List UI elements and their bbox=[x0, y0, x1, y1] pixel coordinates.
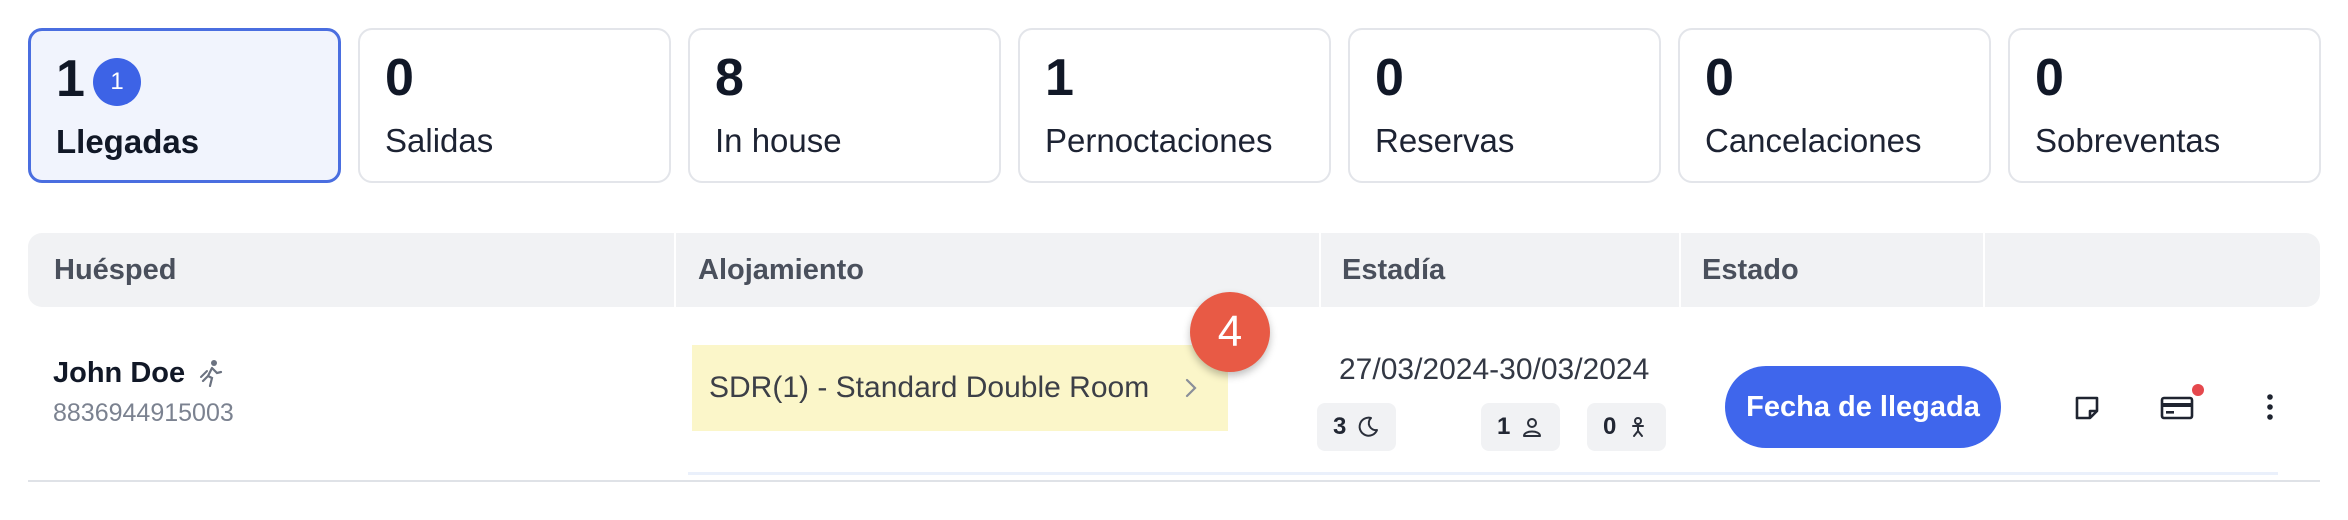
card-count: 0 bbox=[1705, 49, 1734, 107]
step-marker: 4 bbox=[1190, 292, 1270, 372]
card-cancelaciones[interactable]: 0 Cancelaciones bbox=[1678, 28, 1991, 183]
card-reservas[interactable]: 0 Reservas bbox=[1348, 28, 1661, 183]
guest-id: 8836944915003 bbox=[53, 399, 234, 427]
room-underline bbox=[688, 472, 2278, 475]
person-icon bbox=[1523, 418, 1542, 437]
header-stay[interactable]: Estadía bbox=[1342, 233, 1445, 307]
credit-card-icon[interactable] bbox=[2159, 393, 2195, 423]
card-label: Llegadas bbox=[56, 123, 200, 160]
header-status[interactable]: Estado bbox=[1702, 233, 1799, 307]
card-count: 0 bbox=[385, 49, 414, 107]
card-llegadas[interactable]: 1 1 Llegadas bbox=[28, 28, 341, 183]
table-row[interactable]: John Doe 8836944915003 SDR(1) - Standard… bbox=[28, 292, 2320, 482]
chevron-right-icon bbox=[1185, 378, 1197, 398]
card-pernoctaciones[interactable]: 1 Pernoctaciones bbox=[1018, 28, 1331, 183]
room-label: SDR(1) - Standard Double Room bbox=[709, 371, 1150, 404]
walking-person-icon bbox=[200, 360, 223, 387]
card-label: Salidas bbox=[385, 122, 494, 159]
card-count: 0 bbox=[2035, 49, 2064, 107]
card-salidas[interactable]: 0 Salidas bbox=[358, 28, 671, 183]
adults-count: 1 bbox=[1497, 413, 1511, 440]
adults-pill: 1 bbox=[1481, 403, 1561, 451]
card-label: In house bbox=[715, 122, 842, 159]
column-divider bbox=[1983, 233, 1985, 307]
arrival-status-button[interactable]: Fecha de llegada bbox=[1725, 366, 2001, 448]
card-badge: 1 bbox=[93, 58, 141, 106]
card-sobreventas[interactable]: 0 Sobreventas bbox=[2008, 28, 2321, 183]
moon-icon bbox=[1359, 416, 1379, 437]
card-label: Reservas bbox=[1375, 122, 1515, 159]
children-pill: 0 bbox=[1587, 403, 1667, 451]
row-divider bbox=[28, 480, 2320, 482]
notification-dot bbox=[2192, 384, 2204, 396]
card-count: 8 bbox=[715, 49, 744, 107]
card-count: 1 bbox=[1045, 49, 1074, 107]
column-divider bbox=[1319, 233, 1321, 307]
guest-name[interactable]: John Doe bbox=[53, 357, 185, 390]
card-label: Cancelaciones bbox=[1705, 122, 1922, 159]
baby-icon bbox=[1632, 417, 1645, 437]
card-count: 0 bbox=[1375, 49, 1404, 107]
stats-cards: 1 1 Llegadas 0 Salidas 8 In house 1 Pern… bbox=[28, 28, 2321, 183]
room-assignment[interactable]: SDR(1) - Standard Double Room bbox=[692, 345, 1228, 431]
card-in-house[interactable]: 8 In house bbox=[688, 28, 1001, 183]
stay-dates: 27/03/2024-30/03/2024 bbox=[1339, 353, 1650, 386]
vertical-dots-icon[interactable] bbox=[2264, 392, 2276, 422]
column-divider bbox=[1679, 233, 1681, 307]
header-guest[interactable]: Huésped bbox=[54, 233, 176, 307]
header-accommodation[interactable]: Alojamiento bbox=[698, 233, 864, 307]
table-header: Huésped Alojamiento Estadía Estado bbox=[28, 233, 2320, 307]
column-divider bbox=[674, 233, 676, 307]
card-label: Sobreventas bbox=[2035, 122, 2221, 159]
nights-pill: 3 bbox=[1317, 403, 1397, 451]
card-label: Pernoctaciones bbox=[1045, 122, 1273, 159]
children-count: 0 bbox=[1603, 413, 1617, 440]
card-count: 1 bbox=[56, 50, 85, 108]
sticky-note-icon[interactable] bbox=[2072, 393, 2102, 423]
nights-count: 3 bbox=[1333, 413, 1347, 440]
